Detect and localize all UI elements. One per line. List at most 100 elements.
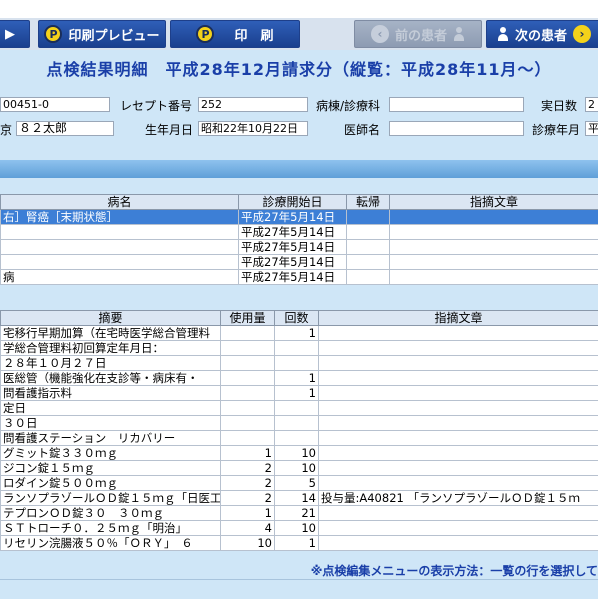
ward-field[interactable] <box>389 97 524 112</box>
patient-name-field[interactable]: ８２太郎 <box>16 121 114 136</box>
usage <box>221 431 275 446</box>
print-preview-label: 印刷プレビュー <box>68 25 159 44</box>
table-row[interactable]: ランソプラゾールＯＤ錠１５ｍｇ「日医工214投与量:A40821 「ランソプラゾ… <box>1 491 598 506</box>
doctor-label: 医師名 <box>344 121 380 138</box>
table-row[interactable]: グミット錠３３０ｍｇ110 <box>1 446 598 461</box>
start-date: 平成27年5月14日 <box>239 240 347 255</box>
table-row[interactable]: 平成27年5月14日 <box>1 255 598 270</box>
table-row[interactable]: ＳＴトローチ０．２５ｍｇ「明治」410 <box>1 521 598 536</box>
prev-patient-label: 前の患者 <box>395 25 447 44</box>
note <box>390 255 598 270</box>
treatment-ym-label: 診療年月 <box>532 121 580 138</box>
usage: 2 <box>221 476 275 491</box>
table-row[interactable]: 平成27年5月14日 <box>1 225 598 240</box>
col-header-usage[interactable]: 使用量 <box>221 311 275 326</box>
note <box>319 386 598 401</box>
table-row[interactable]: ジコン錠１５ｍｇ210 <box>1 461 598 476</box>
treatment-ym-field[interactable]: 平 <box>585 121 598 136</box>
count: 21 <box>275 506 319 521</box>
summary: 学総合管理料初回算定年月日： <box>1 341 221 356</box>
table-row[interactable]: 病 平成27年5月14日 <box>1 270 598 285</box>
usage <box>221 326 275 341</box>
table-row[interactable]: 宅移行早期加算（在宅時医学総合管理料1 <box>1 326 598 341</box>
note <box>319 521 598 536</box>
col-header-note[interactable]: 指摘文章 <box>390 195 598 210</box>
doctor-field[interactable] <box>389 121 524 136</box>
note <box>319 341 598 356</box>
col-header-start-date[interactable]: 診療開始日 <box>239 195 347 210</box>
table-row[interactable]: 問看護指示料1 <box>1 386 598 401</box>
table-row[interactable]: リセリン浣腸液５０％「ＯＲＹ」 ６101 <box>1 536 598 551</box>
usage <box>221 341 275 356</box>
note <box>319 416 598 431</box>
count <box>275 341 319 356</box>
dob-field[interactable]: 昭和22年10月22日 <box>198 121 308 136</box>
footnote-text: ※点検編集メニューの表示方法：一覧の行を選択して <box>248 562 598 579</box>
table-row[interactable]: 平成27年5月14日 <box>1 240 598 255</box>
note <box>390 240 598 255</box>
table-row[interactable]: 定日 <box>1 401 598 416</box>
note <box>319 431 598 446</box>
disease-name: 病 <box>1 270 239 285</box>
summary: ロダイン錠５００ｍｇ <box>1 476 221 491</box>
prev-patient-button[interactable]: ‹ 前の患者 <box>354 20 482 48</box>
table-row[interactable]: ロダイン錠５００ｍｇ25 <box>1 476 598 491</box>
status-strip <box>0 579 598 599</box>
table-row[interactable]: テプロンＯＤ錠３０ ３０ｍｇ121 <box>1 506 598 521</box>
person-icon <box>497 27 509 41</box>
count: 1 <box>275 371 319 386</box>
start-date: 平成27年5月14日 <box>239 270 347 285</box>
col-header-outcome[interactable]: 転帰 <box>347 195 390 210</box>
note <box>319 326 598 341</box>
usage: 1 <box>221 446 275 461</box>
actual-days-field[interactable]: 2 <box>585 97 598 112</box>
usage: 2 <box>221 491 275 506</box>
start-date: 平成27年5月14日 <box>239 255 347 270</box>
usage: 1 <box>221 506 275 521</box>
next-patient-button[interactable]: 次の患者 › <box>486 20 598 48</box>
table-row[interactable]: 学総合管理料初回算定年月日： <box>1 341 598 356</box>
outcome <box>347 240 390 255</box>
print-preview-button[interactable]: P 印刷プレビュー <box>38 20 166 48</box>
print-button[interactable]: P 印 刷 <box>170 20 300 48</box>
usage <box>221 356 275 371</box>
note <box>319 506 598 521</box>
count: 1 <box>275 386 319 401</box>
table-row[interactable]: ３０日 <box>1 416 598 431</box>
disease-name <box>1 225 239 240</box>
note <box>390 210 598 225</box>
table-row[interactable]: 問看護ステーション リカバリー <box>1 431 598 446</box>
outcome <box>347 270 390 285</box>
window-titlebar <box>0 0 598 19</box>
print-label: 印 刷 <box>234 25 273 44</box>
col-header-summary[interactable]: 摘要 <box>1 311 221 326</box>
usage <box>221 386 275 401</box>
patient-id-field[interactable]: 00451-0 <box>0 97 110 112</box>
count: 14 <box>275 491 319 506</box>
usage: 4 <box>221 521 275 536</box>
note <box>319 371 598 386</box>
summary: 定日 <box>1 401 221 416</box>
usage <box>221 416 275 431</box>
col-header-count[interactable]: 回数 <box>275 311 319 326</box>
summary: グミット錠３３０ｍｇ <box>1 446 221 461</box>
table-row[interactable]: 医総管（機能強化在支診等・病床有・ 1 <box>1 371 598 386</box>
table-row[interactable]: ２８年１０月２７日 <box>1 356 598 371</box>
col-header-note[interactable]: 指摘文章 <box>319 311 598 326</box>
chevron-right-icon: › <box>573 25 591 43</box>
summary: ２８年１０月２７日 <box>1 356 221 371</box>
back-button[interactable]: ▶ <box>0 20 30 48</box>
note <box>319 461 598 476</box>
usage: 10 <box>221 536 275 551</box>
col-header-disease[interactable]: 病名 <box>1 195 239 210</box>
start-date: 平成27年5月14日 <box>239 210 347 225</box>
printer-icon: P <box>196 25 214 43</box>
table-row[interactable]: 右］腎癌［末期状態］ 平成27年5月14日 <box>1 210 598 225</box>
printer-icon: P <box>44 25 62 43</box>
summary: ３０日 <box>1 416 221 431</box>
count: 1 <box>275 326 319 341</box>
note <box>390 270 598 285</box>
summary: 医総管（機能強化在支診等・病床有・ <box>1 371 221 386</box>
outcome <box>347 210 390 225</box>
receipt-no-field[interactable]: 252 <box>198 97 308 112</box>
